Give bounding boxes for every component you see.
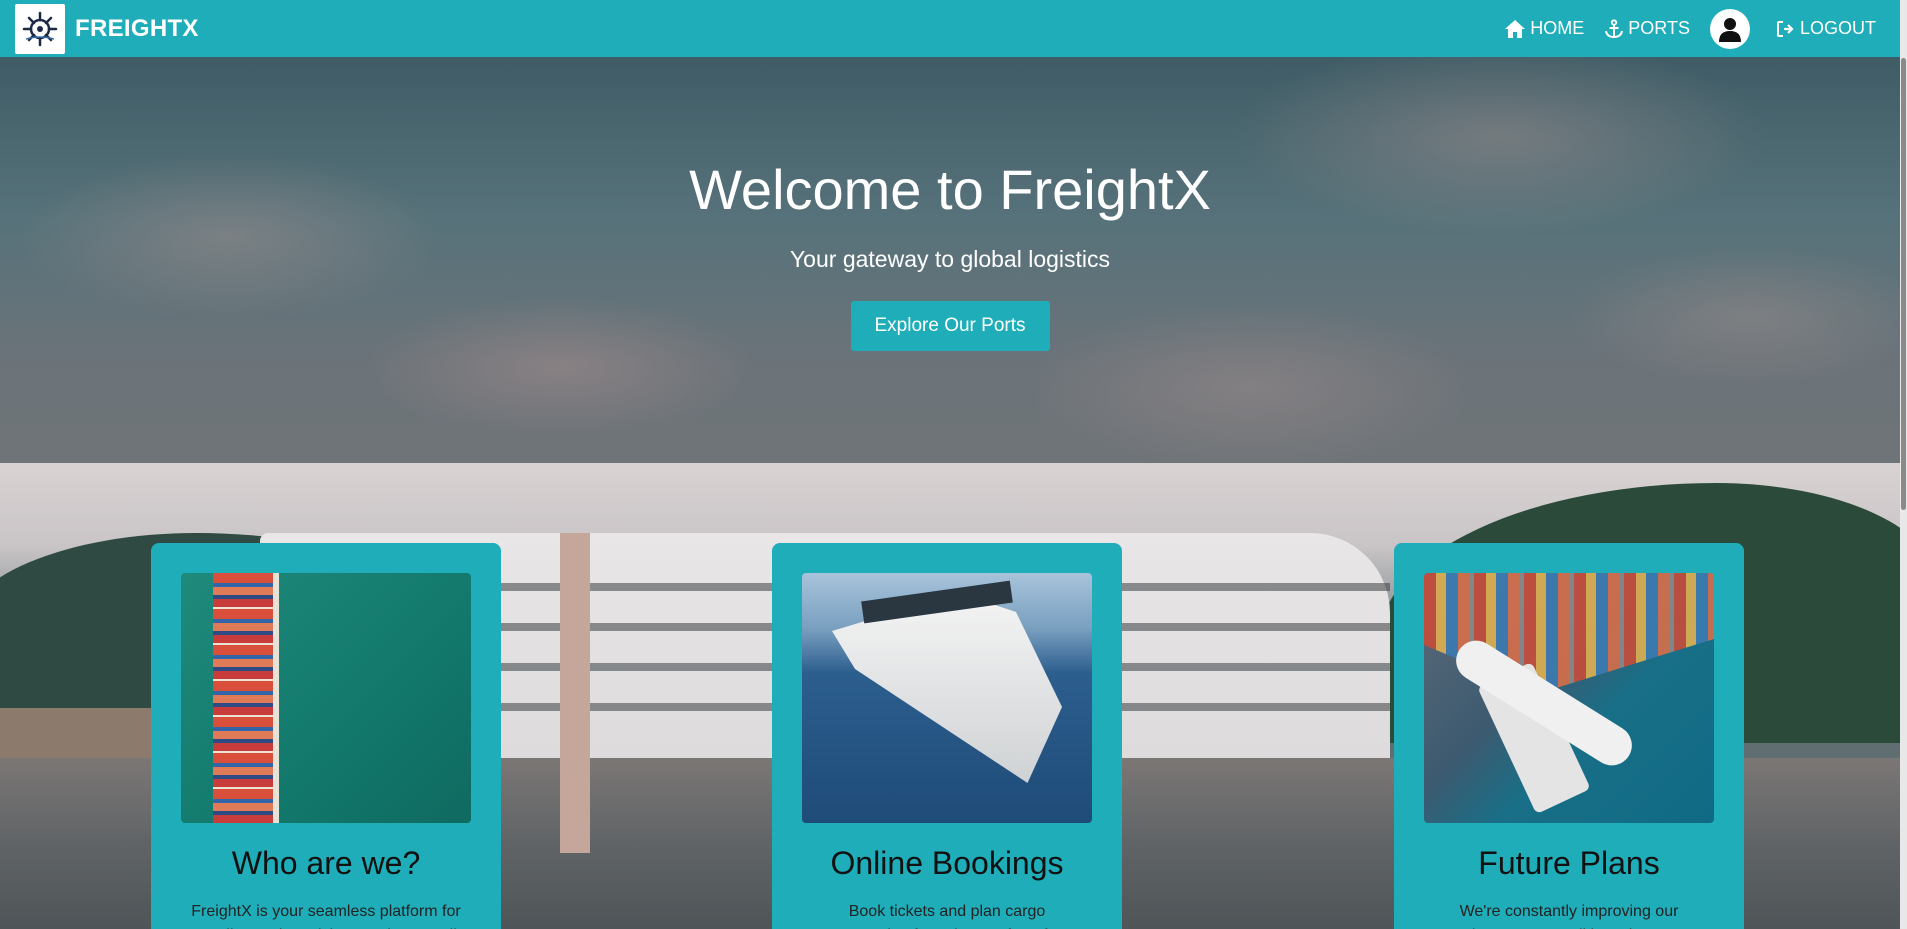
home-icon — [1505, 19, 1526, 38]
explore-ports-button[interactable]: Explore Our Ports — [850, 301, 1050, 351]
hero-banner: Welcome to FreightX Your gateway to glob… — [0, 57, 1900, 463]
nav-ports-link[interactable]: PORTS — [1604, 18, 1690, 39]
card-who-are-we: Who are we? FreightX is your seamless pl… — [151, 543, 501, 929]
nav-ports-label: PORTS — [1628, 18, 1690, 38]
card-text: We're constantly improving our services.… — [1442, 903, 1697, 929]
hero-title: Welcome to FreightX — [689, 158, 1211, 221]
scrollbar-thumb[interactable] — [1901, 58, 1906, 510]
ship-wheel-icon[interactable] — [15, 3, 65, 54]
card-future-plans: Future Plans We're constantly improving … — [1394, 543, 1744, 929]
pier — [0, 708, 160, 763]
card-text: FreightX is your seamless platform for s… — [191, 903, 461, 929]
card-title: Future Plans — [1478, 845, 1660, 881]
nav-home-link[interactable]: HOME — [1504, 18, 1584, 39]
logout-icon — [1776, 20, 1794, 37]
cruise-ship-image — [802, 573, 1092, 823]
user-icon — [1718, 17, 1741, 42]
anchor-icon — [1605, 18, 1624, 38]
nav-logout-label: LOGOUT — [1799, 18, 1876, 38]
nav-links: HOME PORTS LOGOUT — [1504, 8, 1876, 49]
brand-name[interactable]: FREIGHTX — [75, 15, 199, 43]
container-ship — [213, 573, 279, 823]
lighthouse-pillar — [560, 533, 590, 853]
scrollbar[interactable] — [1900, 0, 1907, 929]
user-avatar[interactable] — [1709, 8, 1750, 49]
hero-content: Welcome to FreightX Your gateway to glob… — [0, 157, 1900, 351]
card-title: Who are we? — [231, 845, 421, 881]
container-ship-image — [181, 573, 471, 823]
top-navbar: FREIGHTX HOME PORTS LOGOUT — [0, 0, 1900, 57]
nav-home-label: HOME — [1530, 18, 1585, 38]
card-online-bookings: Online Bookings Book tickets and plan ca… — [772, 543, 1122, 929]
nav-logout-link[interactable]: LOGOUT — [1776, 18, 1876, 39]
card-title: Online Bookings — [830, 845, 1064, 881]
brand[interactable]: FREIGHTX — [15, 3, 199, 54]
hero-subtitle: Your gateway to global logistics — [789, 246, 1111, 272]
card-text: Book tickets and plan cargo transportati… — [811, 903, 1083, 929]
airplane-port-image — [1424, 573, 1714, 823]
